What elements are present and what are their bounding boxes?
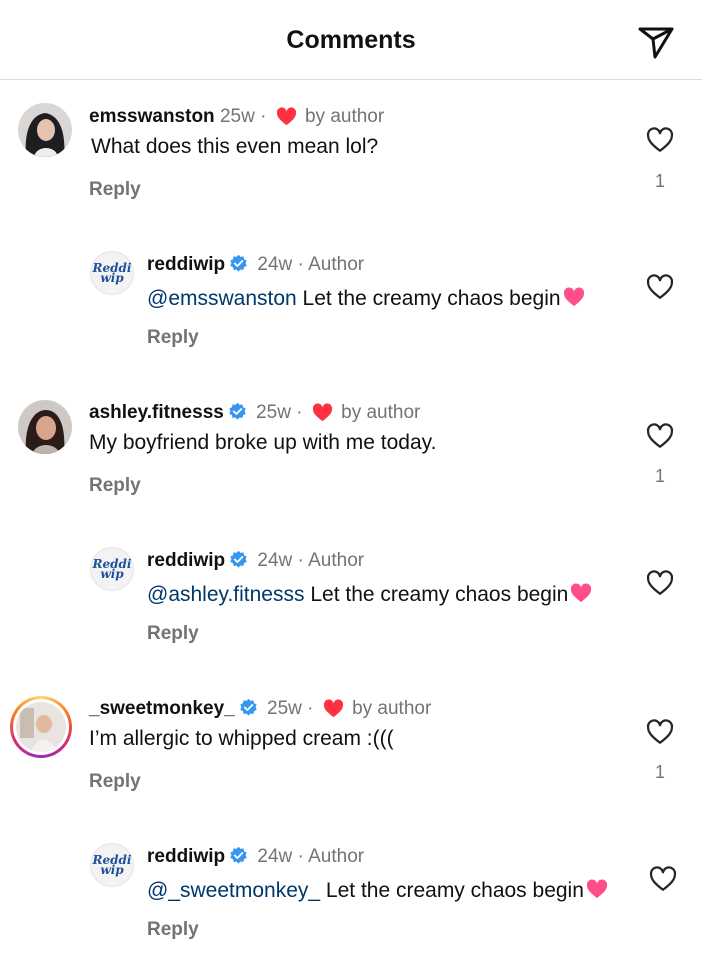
user-photo-avatar: [18, 103, 72, 157]
user-photo-avatar: [18, 400, 72, 454]
reply-time: 24w: [257, 550, 293, 571]
reply-text: @ashley.fitnesss Let the creamy chaos be…: [147, 583, 592, 607]
heart-icon: [312, 403, 333, 422]
separator: ·: [307, 698, 314, 719]
comment-meta: ashley.fitnesss 25w · by author: [89, 402, 420, 424]
heart-outline-icon[interactable]: [645, 421, 675, 451]
mention-link[interactable]: @emsswanston: [147, 287, 297, 310]
pink-heart-emoji-icon: [563, 287, 585, 307]
username-link[interactable]: emsswanston: [89, 106, 215, 127]
verified-badge-icon: [228, 402, 247, 421]
separator: ·: [260, 106, 267, 127]
reply-time: 24w: [257, 846, 293, 867]
reply-button[interactable]: Reply: [89, 771, 141, 793]
separator: ·: [297, 846, 304, 867]
reply-button[interactable]: Reply: [147, 919, 199, 941]
username-link[interactable]: ashley.fitnesss: [89, 402, 224, 423]
reply-text: @_sweetmonkey_ Let the creamy chaos begi…: [147, 879, 608, 903]
liked-by-author-label: by author: [304, 106, 385, 127]
heart-icon: [276, 107, 297, 126]
author-label: Author: [308, 254, 365, 275]
brand-avatar[interactable]: Reddi wip: [90, 843, 134, 887]
brand-avatar[interactable]: Reddi wip: [90, 547, 134, 591]
comment-text: My boyfriend broke up with me today.: [89, 431, 437, 454]
liked-by-author-label: by author: [352, 698, 432, 719]
like-count: 1: [654, 171, 665, 191]
like-count: 1: [654, 466, 665, 486]
reply-meta: reddiwip 24w · Author: [147, 846, 364, 868]
reply-text: @emsswanston Let the creamy chaos begin: [147, 287, 585, 311]
pink-heart-emoji-icon: [570, 583, 592, 603]
heart-icon: [323, 699, 344, 718]
author-label: Author: [308, 846, 365, 867]
separator: ·: [297, 550, 304, 571]
avatar-story-ring[interactable]: [10, 696, 72, 758]
reddiwip-logo: Reddi wip: [90, 547, 134, 591]
comments-header: Comments: [0, 0, 702, 80]
comment-text: I’m allergic to whipped cream :(((: [89, 727, 394, 750]
username-link[interactable]: reddiwip: [147, 254, 225, 275]
reply-button[interactable]: Reply: [89, 475, 141, 497]
heart-outline-icon[interactable]: [645, 272, 675, 302]
comment-text: What does this even mean lol?: [91, 135, 379, 158]
separator: ·: [296, 402, 303, 423]
comment-time: 25w: [267, 698, 302, 719]
reply-time: 24w: [257, 254, 293, 275]
heart-outline-icon[interactable]: [645, 125, 675, 155]
send-icon[interactable]: [636, 22, 676, 62]
reply-meta: reddiwip 24w · Author: [147, 550, 364, 572]
username-link[interactable]: reddiwip: [147, 846, 225, 867]
avatar[interactable]: [18, 400, 72, 454]
separator: ·: [297, 254, 304, 275]
reply-meta: reddiwip 24w · Author: [147, 254, 364, 276]
username-link[interactable]: _sweetmonkey_: [89, 698, 235, 719]
heart-outline-icon[interactable]: [645, 717, 675, 747]
comment-meta: emsswanston 25w · by author: [89, 106, 384, 128]
verified-badge-icon: [229, 254, 248, 273]
mention-link[interactable]: @_sweetmonkey_: [147, 879, 320, 902]
brand-avatar[interactable]: Reddi wip: [90, 251, 134, 295]
verified-badge-icon: [239, 698, 258, 717]
pink-heart-emoji-icon: [586, 879, 608, 899]
reply-button[interactable]: Reply: [147, 623, 199, 645]
mention-link[interactable]: @ashley.fitnesss: [147, 583, 305, 606]
liked-by-author-label: by author: [341, 402, 421, 423]
comment-meta: _sweetmonkey_ 25w · by author: [89, 698, 431, 720]
reply-button[interactable]: Reply: [147, 327, 199, 349]
author-label: Author: [308, 550, 365, 571]
verified-badge-icon: [229, 846, 248, 865]
page-title: Comments: [286, 26, 416, 54]
reply-button[interactable]: Reply: [89, 179, 141, 201]
user-photo-avatar: [16, 702, 66, 752]
reddiwip-logo: Reddi wip: [90, 251, 134, 295]
reddiwip-logo: Reddi wip: [90, 843, 134, 887]
like-count: 1: [654, 762, 665, 782]
username-link[interactable]: reddiwip: [147, 550, 225, 571]
heart-outline-icon[interactable]: [648, 864, 678, 894]
heart-outline-icon[interactable]: [645, 568, 675, 598]
avatar[interactable]: [18, 103, 72, 157]
comment-time: 25w: [256, 402, 291, 423]
verified-badge-icon: [229, 550, 248, 569]
comment-time: 25w: [219, 106, 255, 127]
